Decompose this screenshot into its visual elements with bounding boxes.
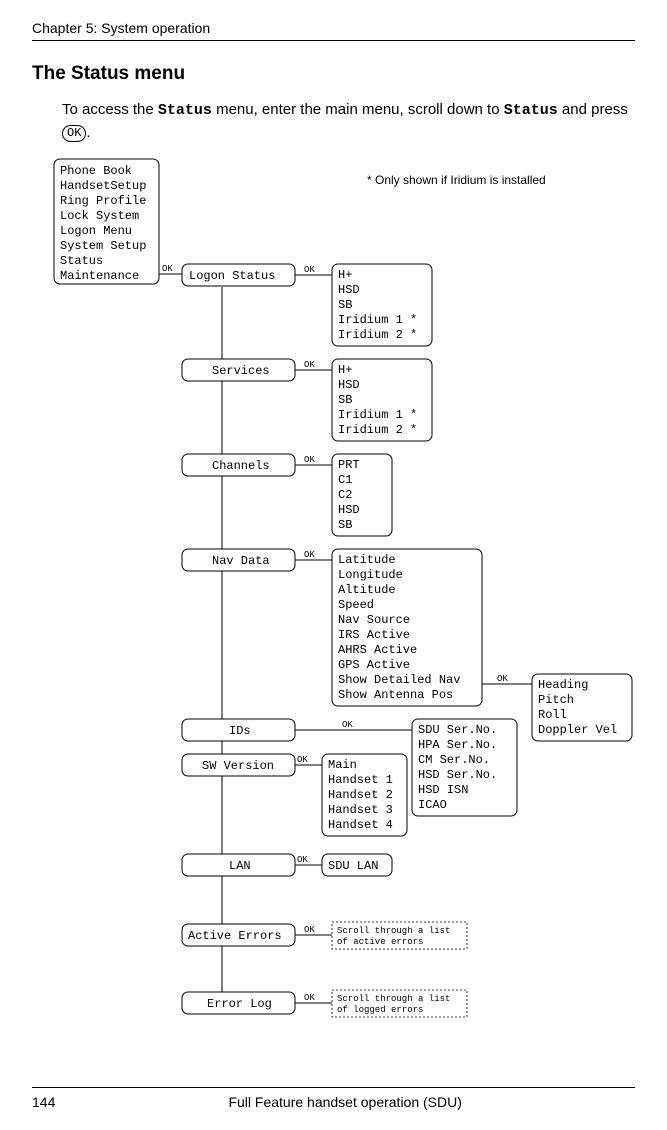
submenu-item: PRT [338,458,360,472]
lan-node: LAN [182,854,295,876]
body-text: . [86,124,90,141]
submenu-item: Iridium 2 * [338,328,417,342]
submenu-item: Show Detailed Nav [338,673,460,687]
menu-item: HandsetSetup [60,179,146,193]
submenu-item: Latitude [338,553,396,567]
submenu-item: Handset 2 [328,788,393,802]
ok-label: OK [304,455,315,465]
channels-node: Channels [182,454,295,476]
submenu-item: Doppler Vel [538,723,617,737]
svg-text:Active Errors: Active Errors [188,929,282,943]
submenu-item: ICAO [418,798,447,812]
submenu-item: Handset 1 [328,773,393,787]
code-text: Status [504,102,558,119]
svg-text:LAN: LAN [229,859,251,873]
svg-text:Logon Status: Logon Status [189,269,275,283]
submenu-item: C1 [338,473,352,487]
ok-label: OK [304,550,315,560]
menu-tree-diagram: .box { fill:#fff; stroke:#000; stroke-wi… [32,154,642,1034]
submenu-item: HSD [338,378,360,392]
nav-data-node: Nav Data [182,549,295,571]
submenu-item: HSD [338,503,360,517]
submenu-item: SB [338,518,352,532]
menu-item: System Setup [60,239,146,253]
submenu-item: Iridium 1 * [338,408,417,422]
ok-label: OK [342,720,353,730]
submenu-item: Show Antenna Pos [338,688,453,702]
submenu-item: Pitch [538,693,574,707]
svg-text:IDs: IDs [229,724,251,738]
hint-text: Scroll through a list [337,994,450,1004]
svg-text:Error Log: Error Log [207,997,272,1011]
submenu-item: SDU Ser.No. [418,723,497,737]
svg-text:SW Version: SW Version [202,759,274,773]
body-text: To access the [62,101,158,118]
submenu-item: Heading [538,678,588,692]
ok-label: OK [304,360,315,370]
menu-item: Lock System [60,209,139,223]
submenu-item: Longitude [338,568,403,582]
ok-label: OK [497,674,508,684]
submenu-item: Altitude [338,583,396,597]
svg-text:Channels: Channels [212,459,270,473]
error-log-node: Error Log [182,992,295,1014]
submenu-item: Iridium 1 * [338,313,417,327]
body-text: menu, enter the main menu, scroll down t… [216,101,504,118]
submenu-item: HSD ISN [418,783,468,797]
page-number: 144 [32,1094,55,1110]
ok-label: OK [297,755,308,765]
submenu-item: HSD Ser.No. [418,768,497,782]
sw-version-node: SW Version [182,754,295,776]
body-text: and press [562,101,628,118]
submenu-item: AHRS Active [338,643,417,657]
submenu-item: Handset 4 [328,818,393,832]
ok-label: OK [162,264,173,274]
submenu-item: CM Ser.No. [418,753,490,767]
ok-label: OK [297,855,308,865]
submenu-item: HPA Ser.No. [418,738,497,752]
chapter-header: Chapter 5: System operation [32,20,635,41]
ok-label: OK [304,265,315,275]
hint-text: Scroll through a list [337,926,450,936]
section-title: The Status menu [32,63,635,85]
submenu-item: SDU LAN [328,859,378,873]
services-node: Services [182,359,295,381]
menu-item: Phone Book [60,164,132,178]
svg-text:Nav Data: Nav Data [212,554,270,568]
submenu-item: HSD [338,283,360,297]
submenu-item: Main [328,758,357,772]
menu-item: Logon Menu [60,224,132,238]
menu-item: Maintenance [60,269,139,283]
menu-item: Status [60,254,103,268]
submenu-item: H+ [338,268,352,282]
iridium-note: * Only shown if Iridium is installed [367,173,546,187]
code-text: Status [158,102,212,119]
submenu-item: Speed [338,598,374,612]
footer-title: Full Feature handset operation (SDU) [32,1094,635,1110]
submenu-item: Roll [538,708,567,722]
ok-label: OK [304,993,315,1003]
submenu-item: SB [338,393,352,407]
submenu-item: H+ [338,363,352,377]
ok-label: OK [304,925,315,935]
submenu-item: Nav Source [338,613,410,627]
ids-node: IDs [182,719,295,741]
svg-text:Services: Services [212,364,270,378]
body-paragraph: To access the Status menu, enter the mai… [62,99,635,144]
page-footer: 144 Full Feature handset operation (SDU) [32,1087,635,1110]
hint-text: of logged errors [337,1005,423,1015]
menu-item: Ring Profile [60,194,146,208]
ok-button-icon: OK [62,125,86,142]
submenu-item: C2 [338,488,352,502]
submenu-item: SB [338,298,352,312]
submenu-item: Handset 3 [328,803,393,817]
logon-status-node: Logon Status [182,264,295,286]
submenu-item: Iridium 2 * [338,423,417,437]
submenu-item: IRS Active [338,628,410,642]
submenu-item: GPS Active [338,658,410,672]
active-errors-node: Active Errors [182,924,295,946]
hint-text: of active errors [337,937,423,947]
